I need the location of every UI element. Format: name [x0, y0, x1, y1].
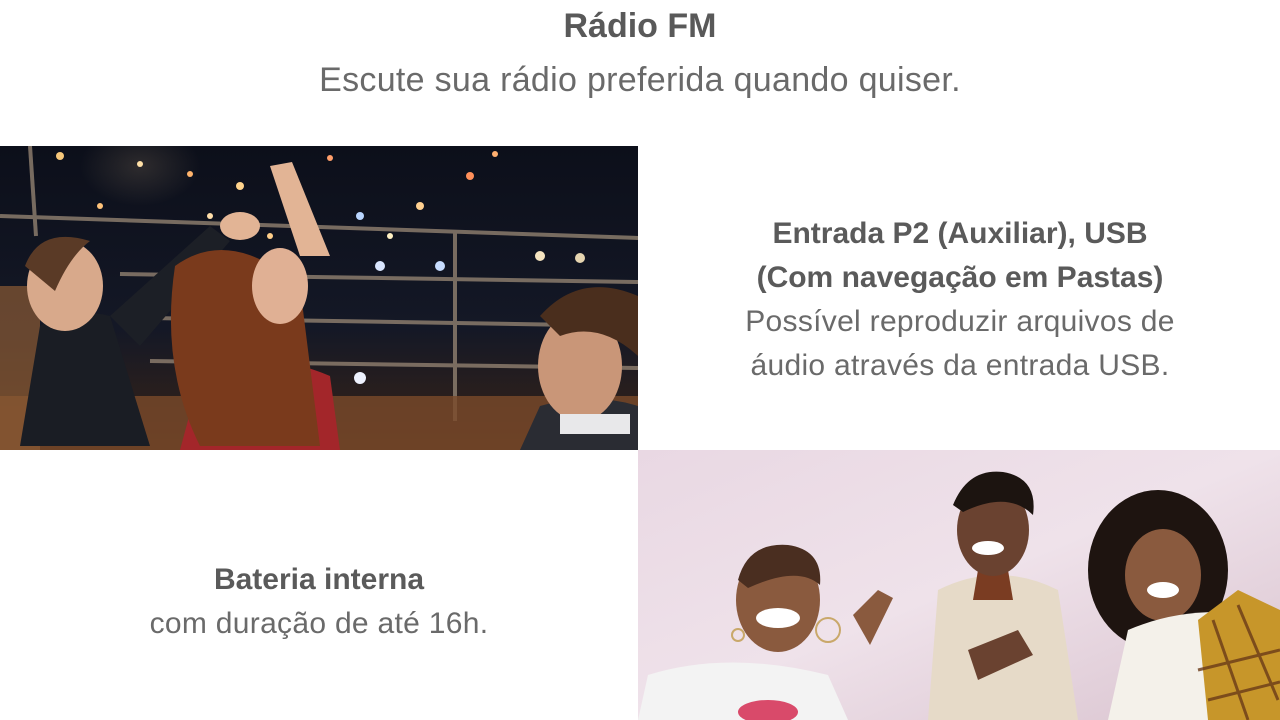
feature-battery-title: Bateria interna: [213, 563, 425, 596]
feature-usb-title-line1: Entrada P2 (Auxiliar), USB: [772, 217, 1148, 250]
page-subtitle: Escute sua rádio preferida quando quiser…: [319, 61, 961, 99]
feature-usb-desc-line1: Possível reproduzir arquivos de: [745, 305, 1175, 338]
header: Rádio FM Escute sua rádio preferida quan…: [0, 0, 1280, 100]
feature-usb-desc-line2: áudio através da entrada USB.: [750, 349, 1170, 382]
night-party-photo: [0, 146, 638, 450]
feature-usb: Entrada P2 (Auxiliar), USB (Com navegaçã…: [640, 212, 1280, 388]
feature-usb-title-line2: (Com navegação em Pastas): [756, 261, 1164, 294]
day-party-photo: [638, 450, 1280, 720]
page-title: Rádio FM: [563, 7, 717, 45]
feature-battery-desc: com duração de até 16h.: [149, 607, 489, 640]
product-feature-page: Rádio FM Escute sua rádio preferida quan…: [0, 0, 1280, 720]
feature-battery: Bateria interna com duração de até 16h.: [0, 558, 638, 646]
